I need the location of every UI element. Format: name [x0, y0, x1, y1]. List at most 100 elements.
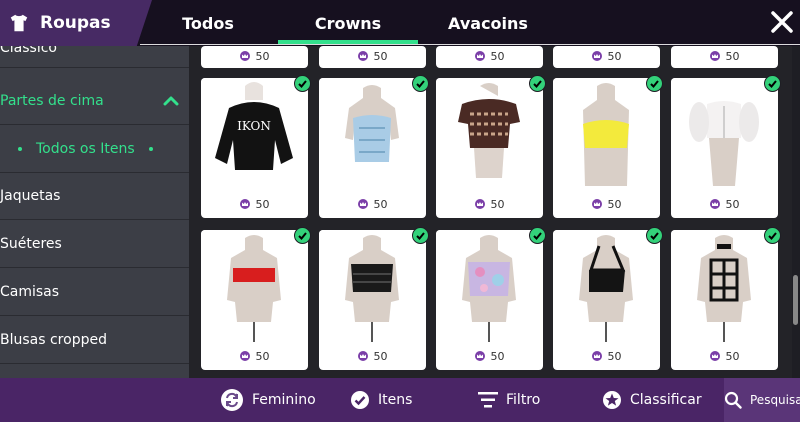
item-price: 50	[201, 196, 308, 212]
crown-currency-icon	[591, 51, 602, 61]
sidebar-item-label: Suéteres	[0, 236, 62, 252]
chevron-up-icon	[163, 96, 179, 105]
item-price: 50	[319, 48, 426, 64]
crown-currency-icon	[357, 351, 368, 361]
item-card[interactable]: 50	[201, 227, 311, 370]
filter-icon	[478, 392, 498, 408]
item-card[interactable]: 50	[671, 75, 781, 218]
sidebar-item-todos-os-itens[interactable]: Todos os Itens	[0, 125, 189, 173]
crown-currency-icon	[591, 199, 602, 209]
owned-check-icon	[412, 227, 429, 244]
item-thumbnail: IKON	[201, 78, 308, 193]
item-card[interactable]: 50	[201, 46, 308, 68]
owned-check-icon	[412, 75, 429, 92]
category-sidebar: Clássico Partes de cima Todos os Itens J…	[0, 46, 189, 378]
search-icon	[724, 391, 742, 409]
crown-currency-icon	[357, 51, 368, 61]
item-thumbnail	[436, 230, 543, 345]
item-card[interactable]: IKON 50	[201, 75, 311, 218]
owned-check-icon	[646, 75, 663, 92]
tab-avacoins[interactable]: Avacoins	[428, 0, 548, 46]
item-card[interactable]: 50	[553, 75, 663, 218]
item-price: 50	[201, 48, 308, 64]
crown-currency-icon	[474, 199, 485, 209]
item-print-text: IKON	[237, 119, 271, 133]
item-thumbnail	[553, 78, 660, 193]
filter-button[interactable]: Filtro	[478, 378, 540, 422]
item-price: 50	[671, 48, 778, 64]
grid-scrollbar[interactable]	[793, 275, 798, 325]
item-card[interactable]: 50	[671, 227, 781, 370]
sidebar-item-label: Todos os Itens	[36, 140, 135, 157]
items-label: Itens	[378, 392, 413, 408]
item-card[interactable]: 50	[553, 227, 663, 370]
item-card[interactable]: 50	[319, 75, 429, 218]
item-thumbnail	[671, 230, 778, 345]
sort-star-icon	[603, 391, 621, 409]
item-price: 50	[553, 48, 660, 64]
item-thumbnail	[319, 230, 426, 345]
sidebar-item-camisas[interactable]: Camisas	[0, 269, 189, 316]
close-icon[interactable]	[768, 8, 796, 36]
item-thumbnail	[671, 78, 778, 193]
owned-check-icon	[764, 75, 781, 92]
crown-currency-icon	[474, 51, 485, 61]
item-card[interactable]: 50	[319, 227, 429, 370]
item-price: 50	[671, 196, 778, 212]
item-price: 50	[553, 196, 660, 212]
items-button[interactable]: Itens	[350, 378, 412, 422]
top-bar: Roupas Todos Crowns Avacoins	[0, 0, 800, 46]
item-thumbnail	[201, 230, 308, 345]
check-circle-icon	[351, 391, 369, 409]
item-price: 50	[319, 196, 426, 212]
bullet-dot-icon	[18, 146, 22, 151]
sort-button[interactable]: Classificar	[602, 378, 702, 422]
crown-currency-icon	[709, 199, 720, 209]
crown-currency-icon	[709, 351, 720, 361]
item-price: 50	[319, 348, 426, 364]
gender-button[interactable]: Feminino	[220, 378, 316, 422]
crown-currency-icon	[474, 351, 485, 361]
item-card[interactable]: 50	[436, 75, 546, 218]
filter-label: Filtro	[506, 392, 541, 408]
item-card[interactable]: 50	[436, 227, 546, 370]
item-price: 50	[436, 196, 543, 212]
item-grid: 50 50 50 50 50 IKON 50 50 50 50 50 50 50…	[189, 46, 792, 378]
item-card[interactable]: 50	[671, 46, 778, 68]
item-thumbnail	[436, 78, 543, 193]
sidebar-item-jaquetas[interactable]: Jaquetas	[0, 173, 189, 220]
crown-currency-icon	[239, 51, 250, 61]
sidebar-item-blusas-cropped[interactable]: Blusas cropped	[0, 317, 189, 364]
item-price: 50	[436, 348, 543, 364]
sidebar-item-label: Jaquetas	[0, 188, 61, 204]
sidebar-item-sueteres[interactable]: Suéteres	[0, 221, 189, 268]
shirt-icon	[10, 14, 28, 32]
item-price: 50	[553, 348, 660, 364]
item-card[interactable]: 50	[436, 46, 543, 68]
item-card[interactable]: 50	[553, 46, 660, 68]
item-price: 50	[201, 348, 308, 364]
header-divider	[140, 44, 800, 45]
owned-check-icon	[294, 227, 311, 244]
sidebar-item-label: Blusas cropped	[0, 332, 107, 348]
crown-currency-icon	[357, 199, 368, 209]
section-header: Roupas	[0, 0, 152, 46]
sidebar-item-classico[interactable]: Clássico	[0, 46, 189, 68]
owned-check-icon	[529, 75, 546, 92]
item-thumbnail	[319, 78, 426, 193]
search-label: Pesquisa	[750, 393, 800, 407]
owned-check-icon	[529, 227, 546, 244]
item-price: 50	[671, 348, 778, 364]
sidebar-item-label: Clássico	[0, 46, 57, 56]
bottom-toolbar: Feminino Itens Filtro Classificar Pesqui…	[0, 378, 800, 422]
item-price: 50	[436, 48, 543, 64]
sidebar-item-label: Partes de cima	[0, 92, 104, 109]
sidebar-item-partes-de-cima[interactable]: Partes de cima	[0, 77, 189, 125]
search-button[interactable]: Pesquisa	[724, 378, 800, 422]
section-title: Roupas	[40, 13, 111, 33]
crown-currency-icon	[709, 51, 720, 61]
gender-swap-icon	[221, 389, 243, 411]
owned-check-icon	[764, 227, 781, 244]
tab-todos[interactable]: Todos	[158, 0, 258, 46]
item-card[interactable]: 50	[319, 46, 426, 68]
